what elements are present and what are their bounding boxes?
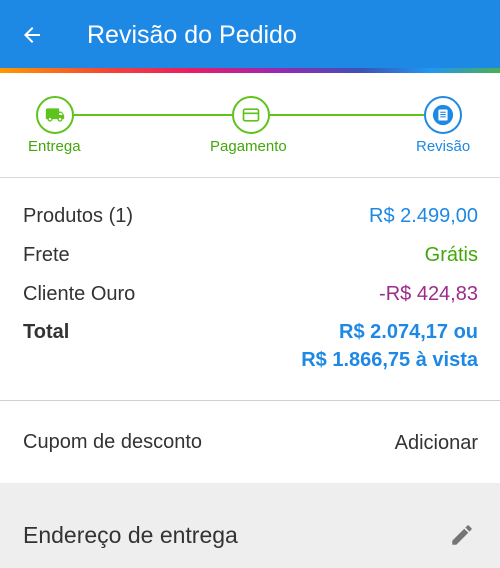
gold-label: Cliente Ouro [23, 283, 136, 305]
document-icon [432, 104, 454, 126]
address-label: Endereço de entrega [23, 522, 238, 548]
shipping-row: Frete Grátis [23, 241, 478, 269]
checkout-stepper: Entrega Pagamento Revisão [0, 73, 500, 178]
products-label: Produtos (1) [23, 205, 134, 227]
coupon-section: Cupom de desconto Adicionar [0, 401, 500, 483]
shipping-label: Frete [23, 244, 70, 266]
total-cash-value: R$ 1.866,75 à vista [301, 349, 478, 371]
credit-card-icon [242, 108, 260, 122]
step-revisao[interactable] [424, 96, 462, 134]
pencil-icon [452, 525, 472, 545]
truck-icon [45, 108, 65, 122]
app-bar: Revisão do Pedido [0, 0, 500, 70]
delivery-address-section: Endereço de entrega [0, 483, 500, 568]
edit-address-button[interactable] [446, 519, 478, 551]
products-row: Produtos (1) R$ 2.499,00 [23, 202, 478, 230]
products-value: R$ 2.499,00 [369, 205, 478, 227]
step-connector [270, 114, 424, 116]
shipping-value: Grátis [424, 244, 478, 266]
add-coupon-button[interactable]: Adicionar [395, 429, 478, 457]
step-pagamento[interactable] [232, 96, 270, 134]
step-entrega[interactable] [36, 96, 74, 134]
step-label-revisao: Revisão [416, 138, 471, 155]
total-label: Total [23, 321, 70, 343]
step-connector [74, 114, 232, 116]
gold-discount-row: Cliente Ouro -R$ 424,83 [23, 280, 478, 308]
page-title: Revisão do Pedido [87, 21, 297, 49]
gold-value: -R$ 424,83 [379, 283, 478, 305]
total-values: R$ 2.074,17 ou R$ 1.866,75 à vista [301, 318, 478, 374]
back-button[interactable] [14, 17, 50, 53]
order-summary: Produtos (1) R$ 2.499,00 Frete Grátis Cl… [0, 178, 500, 400]
step-label-pagamento: Pagamento [210, 138, 287, 155]
coupon-label: Cupom de desconto [23, 431, 203, 453]
arrow-left-icon [24, 27, 40, 43]
total-value: R$ 2.074,17 ou [339, 321, 478, 343]
step-label-entrega: Entrega [28, 138, 81, 155]
